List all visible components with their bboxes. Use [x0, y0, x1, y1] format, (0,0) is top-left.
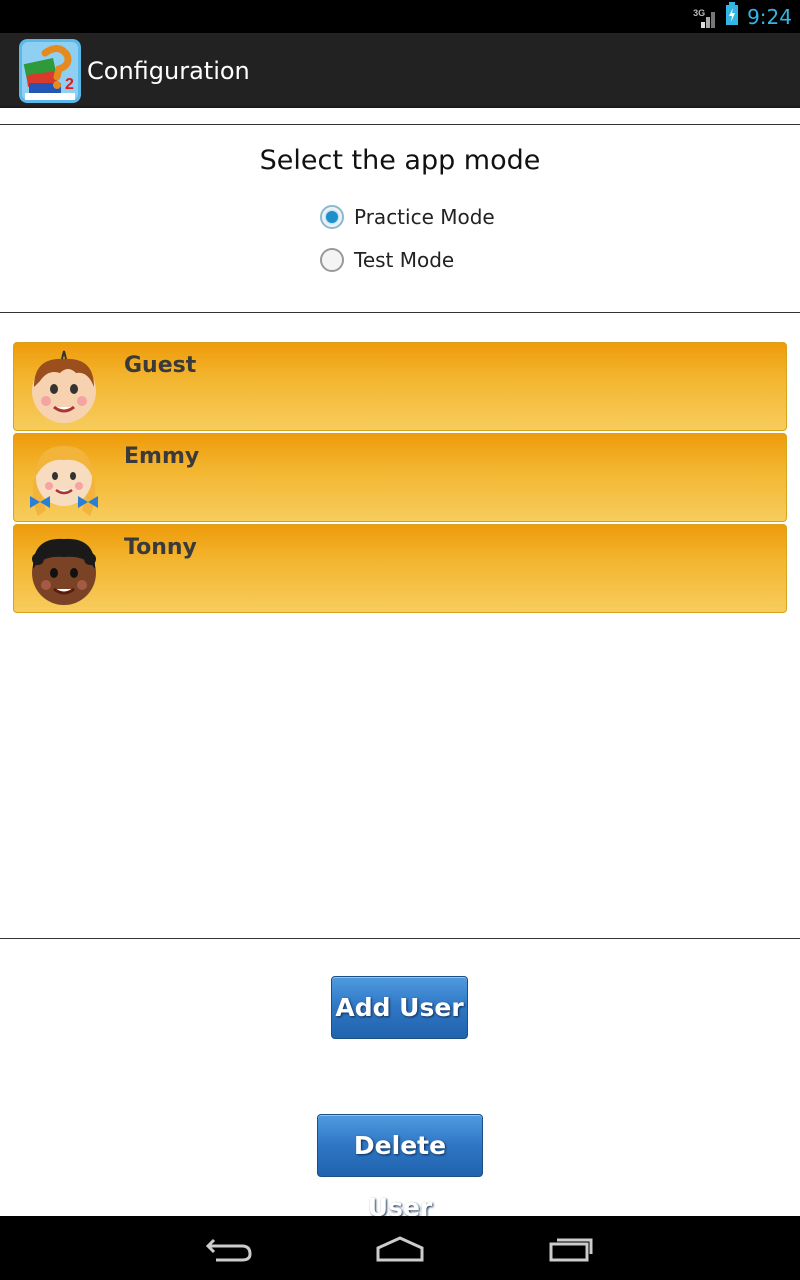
- practice-mode-label: Practice Mode: [354, 205, 495, 229]
- user-name: Emmy: [124, 444, 200, 469]
- test-mode-radio[interactable]: Test Mode: [320, 245, 454, 275]
- user-item-tonny[interactable]: Tonny: [13, 524, 787, 613]
- delete-user-button[interactable]: Delete User: [317, 1114, 483, 1222]
- practice-mode-radio[interactable]: Practice Mode: [320, 202, 495, 232]
- navigation-bar: [0, 1216, 800, 1280]
- divider-top: [0, 124, 800, 125]
- girl-face-icon: [24, 438, 104, 518]
- status-icons: 3G 9:24: [693, 0, 792, 33]
- action-bar: 2 Configuration: [0, 33, 800, 108]
- screen-title: Configuration: [87, 57, 250, 85]
- user-name: Guest: [124, 353, 197, 378]
- user-name: Tonny: [124, 535, 197, 560]
- boy-face-icon: [24, 347, 104, 427]
- home-icon[interactable]: [370, 1230, 430, 1266]
- test-mode-label: Test Mode: [354, 248, 455, 272]
- divider-list: [0, 938, 800, 939]
- radio-button-unchecked[interactable]: [320, 248, 344, 272]
- battery-icon: [725, 2, 739, 31]
- recent-apps-icon[interactable]: [541, 1230, 601, 1266]
- divider-mode: [0, 312, 800, 313]
- svg-text:2: 2: [65, 76, 74, 93]
- add-user-button[interactable]: Add User: [331, 976, 468, 1039]
- radio-button-checked[interactable]: [320, 205, 344, 229]
- user-item-guest[interactable]: Guest: [13, 342, 787, 431]
- app-logo-icon[interactable]: 2: [19, 39, 81, 103]
- signal-icon: 3G: [693, 6, 717, 28]
- back-icon[interactable]: [200, 1230, 260, 1266]
- mode-section-title: Select the app mode: [259, 145, 541, 176]
- dark-boy-face-icon: [24, 529, 104, 609]
- clock: 9:24: [747, 4, 792, 29]
- user-item-emmy[interactable]: Emmy: [13, 433, 787, 522]
- status-bar: 3G 9:24: [0, 0, 800, 33]
